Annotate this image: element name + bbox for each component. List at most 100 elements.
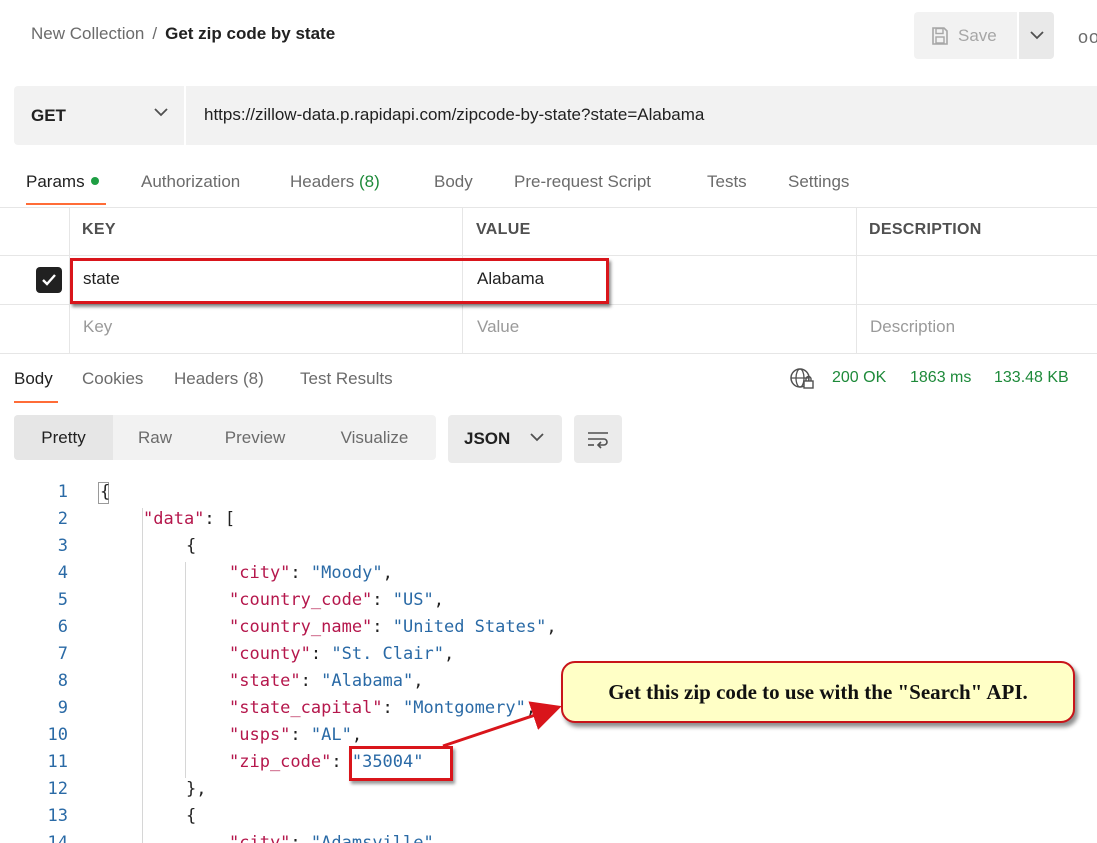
tab-body[interactable]: Body [434,172,473,192]
code-line: "city": "Adamsville", [229,833,444,843]
view-visualize-button[interactable]: Visualize [313,415,436,460]
tab-authorization[interactable]: Authorization [141,172,240,192]
response-time[interactable]: 1863 ms [910,369,971,387]
json-key: "country_name" [229,617,373,637]
json-key: "zip_code" [229,752,332,772]
breadcrumb-collection[interactable]: New Collection [31,24,144,43]
more-options-icon[interactable]: ooo [1078,27,1097,48]
column-header-key: KEY [82,221,116,238]
params-active-dot [90,176,99,185]
breadcrumb-request[interactable]: Get zip code by state [165,24,335,43]
annotation-callout: Get this zip code to use with the "Searc… [561,661,1075,723]
json-key: "country_code" [229,590,373,610]
active-tab-indicator [26,203,106,205]
json-punct: , [351,725,363,745]
json-punct: : [ [204,509,236,529]
json-value: "United States" [392,617,547,637]
table-divider [0,255,1097,256]
json-key: "state_capital" [229,698,383,718]
view-preview-button[interactable]: Preview [197,415,313,460]
json-punct: : [300,671,322,691]
tab-settings[interactable]: Settings [788,172,849,192]
tab-params[interactable]: Params [26,172,99,192]
json-punct: , [433,833,444,843]
json-punct: : [372,590,393,610]
line-number: 9 [57,698,68,718]
param-enabled-checkbox[interactable] [36,267,62,293]
code-line: { [100,482,111,502]
tab-test-results[interactable]: Test Results [300,369,393,389]
code-line: "county": "St. Clair", [229,644,454,664]
new-param-value-input[interactable]: Value [477,317,519,337]
json-punct: , [433,590,444,610]
chevron-down-icon [1029,31,1044,40]
tab-tests-label: Tests [707,172,747,191]
code-line: "state": "Alabama", [229,671,424,691]
checkmark-icon [42,274,56,286]
params-table: KEY VALUE DESCRIPTION state Alabama Key … [0,207,1097,354]
tab-tests[interactable]: Tests [707,172,747,192]
save-button[interactable]: Save [914,12,1017,59]
view-raw-button[interactable]: Raw [113,415,197,460]
json-value: "AL" [310,725,352,745]
breadcrumb: New Collection / Get zip code by state [31,24,335,44]
line-number: 2 [57,509,68,529]
globe-lock-icon[interactable] [789,367,815,391]
json-punct: : [372,617,393,637]
wrap-lines-button[interactable] [574,415,622,463]
param-highlight-annotation [70,258,609,304]
json-key: "city" [229,833,291,843]
line-number: 14 [47,833,68,843]
json-key: "usps" [229,725,291,745]
method-label: GET [31,105,66,125]
active-response-tab-indicator [14,401,58,403]
code-line: "country_code": "US", [229,590,444,610]
tab-headers-count: (8) [359,172,380,191]
json-value: "Adamsville" [310,833,434,843]
line-number: 5 [57,590,68,610]
code-line: "usps": "AL", [229,725,362,745]
new-param-key-input[interactable]: Key [83,317,112,337]
json-value: "Alabama" [321,671,414,691]
tab-response-headers-label: Headers [174,369,239,388]
view-mode-group: Pretty Raw Preview Visualize [14,415,436,460]
indent-guide [185,562,186,778]
table-divider [0,353,1097,354]
url-input[interactable]: https://zillow-data.p.rapidapi.com/zipco… [204,105,704,125]
json-punct: : [290,563,311,583]
json-punct: , [525,698,537,718]
view-pretty-button[interactable]: Pretty [14,415,113,460]
line-number: 6 [57,617,68,637]
column-header-description: DESCRIPTION [869,221,982,238]
line-number: 12 [47,779,68,799]
code-line: "country_name": "United States", [229,617,557,637]
table-divider [0,207,1097,208]
response-size[interactable]: 133.48 KB [994,369,1069,387]
tab-params-label: Params [26,172,85,191]
code-line: "data": [ [143,509,235,529]
indent-guide [142,508,143,843]
tab-headers[interactable]: Headers (8) [290,172,380,192]
json-punct: , [413,671,424,691]
line-number: 8 [57,671,68,691]
tab-response-headers[interactable]: Headers (8) [174,369,264,389]
wrap-lines-icon [588,432,608,449]
json-punct: , [546,617,557,637]
code-line: { [186,536,197,556]
json-punct: : [310,644,332,664]
save-options-button[interactable] [1019,12,1054,59]
status-code[interactable]: 200 OK [832,369,886,387]
tab-response-body[interactable]: Body [14,369,53,389]
json-value: "Montgomery" [403,698,526,718]
line-number: 7 [57,644,68,664]
tab-response-cookies[interactable]: Cookies [82,369,143,389]
format-label: JSON [464,429,511,448]
json-punct: , [443,644,455,664]
method-select[interactable]: GET [14,86,186,145]
save-label: Save [958,25,997,45]
tab-pre-request-script[interactable]: Pre-request Script [514,172,651,192]
json-punct: : [290,833,311,843]
tab-authorization-label: Authorization [141,172,241,191]
new-param-description-input[interactable]: Description [870,317,955,337]
format-select[interactable]: JSON [448,415,562,463]
